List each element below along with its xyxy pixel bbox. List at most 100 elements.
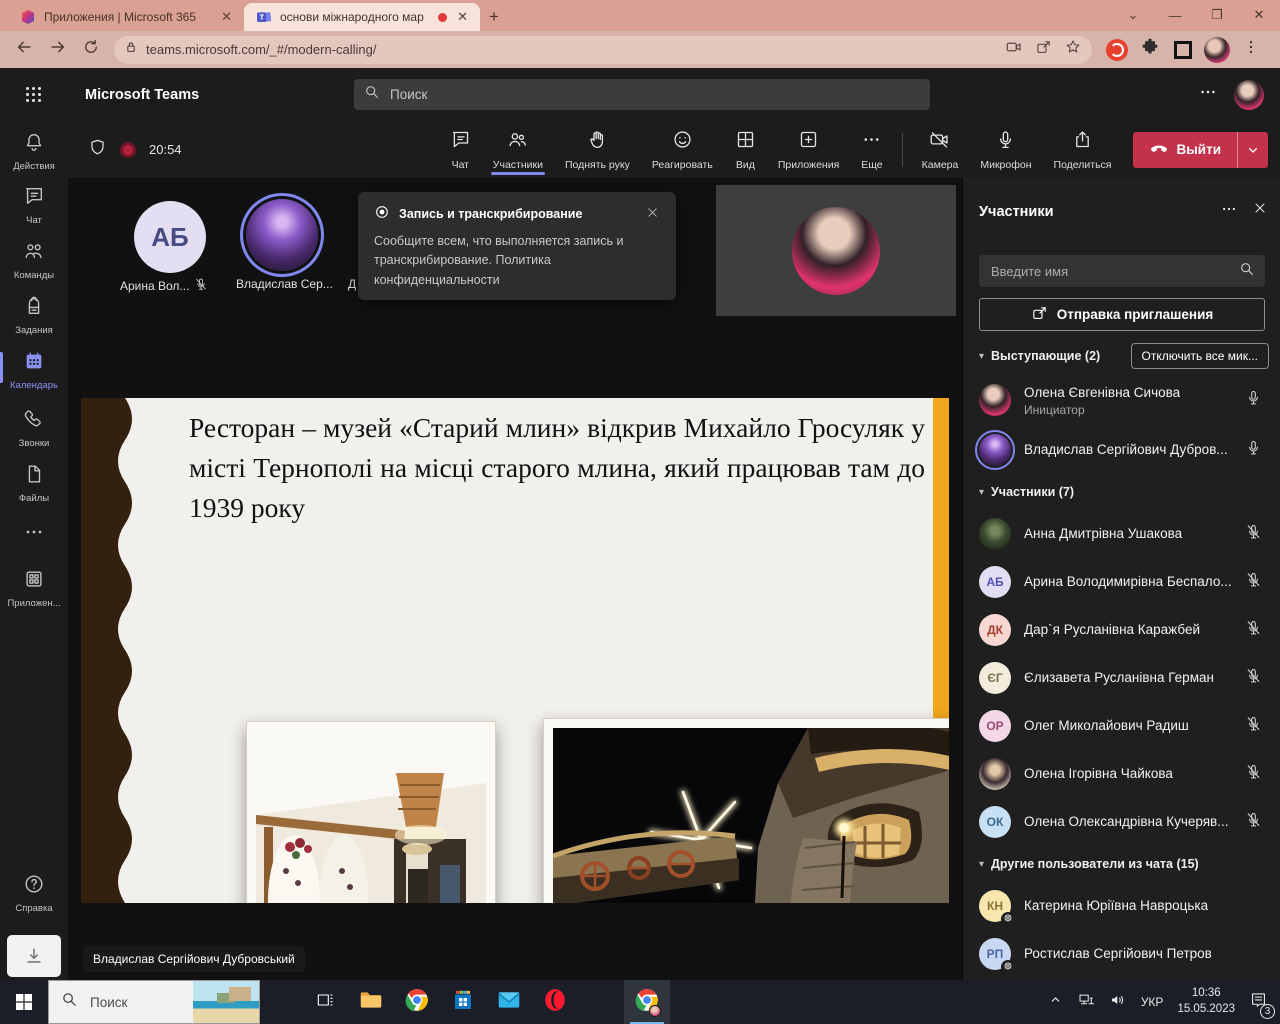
- tab-close-icon[interactable]: ✕: [455, 9, 470, 25]
- teams-search-box[interactable]: [354, 79, 930, 110]
- taskbar-opera[interactable]: [532, 980, 578, 1024]
- participant-row[interactable]: РП⊗Ростислав Сергійович Петров: [963, 930, 1280, 978]
- taskbar-microsoft-store[interactable]: [440, 980, 486, 1024]
- taskbar-mail[interactable]: [486, 980, 532, 1024]
- participant-row[interactable]: ОКОлена Олександрівна Кучеряв...: [963, 798, 1280, 846]
- participant-row[interactable]: ДКДар`я Русланівна Каражбей: [963, 606, 1280, 654]
- mute-all-button[interactable]: Отключить все мик...: [1131, 343, 1269, 369]
- waffle-icon[interactable]: [26, 87, 41, 102]
- mic-off-icon[interactable]: [1245, 571, 1263, 593]
- participant-row[interactable]: Олена Євгенівна СичоваИнициатор: [963, 374, 1280, 426]
- call-action-камера[interactable]: Камера: [911, 121, 970, 178]
- call-action-поделиться[interactable]: Поделиться: [1043, 121, 1123, 178]
- clock[interactable]: 10:36 15.05.2023: [1177, 986, 1235, 1017]
- sidebar-item-справка[interactable]: Справка: [0, 873, 68, 914]
- sidebar-item-календарь[interactable]: Календарь: [0, 350, 68, 391]
- download-desktop-app-button[interactable]: [7, 935, 61, 977]
- presenter-video-tile[interactable]: [716, 185, 956, 316]
- mic-off-icon[interactable]: [1245, 715, 1263, 737]
- extension-square-icon[interactable]: [1174, 41, 1192, 59]
- sidebar-item-звонки[interactable]: Звонки: [0, 408, 68, 449]
- teams-search-input[interactable]: [388, 86, 888, 103]
- call-action-участники[interactable]: Участники: [482, 121, 554, 178]
- participants-more-icon[interactable]: [1220, 200, 1238, 223]
- mic-on-icon[interactable]: [1245, 439, 1263, 461]
- bookmark-star-icon[interactable]: [1064, 38, 1082, 61]
- language-indicator[interactable]: УКР: [1141, 995, 1164, 1009]
- participants-section-header[interactable]: ▾Другие пользователи из чата (15): [963, 846, 1280, 882]
- participant-row[interactable]: ОРОлег Миколайович Радиш: [963, 702, 1280, 750]
- tray-chevron-up-icon[interactable]: [1048, 992, 1063, 1012]
- browser-profile-avatar[interactable]: [1204, 37, 1230, 63]
- participant-row[interactable]: Владислав Сергійович Дубров...: [963, 426, 1280, 474]
- address-bar[interactable]: teams.microsoft.com/_#/modern-calling/: [114, 36, 1092, 64]
- tab-close-icon[interactable]: ✕: [219, 9, 234, 25]
- participant-row[interactable]: КН⊗Катерина Юріївна Навроцька: [963, 882, 1280, 930]
- window-menu-chevron-icon[interactable]: ⌄: [1112, 7, 1154, 23]
- leave-button[interactable]: Выйти: [1133, 132, 1269, 168]
- start-button[interactable]: [0, 980, 48, 1024]
- call-action-вид[interactable]: Вид: [724, 121, 767, 178]
- participant-row[interactable]: Олена Ігорівна Чайкова: [963, 750, 1280, 798]
- taskbar-chrome-profile-active[interactable]: [624, 980, 670, 1024]
- teams-more-icon[interactable]: [1198, 82, 1218, 107]
- forward-icon[interactable]: [48, 37, 68, 62]
- send-invite-button[interactable]: Отправка приглашения: [979, 298, 1265, 331]
- window-minimize-icon[interactable]: —: [1154, 8, 1196, 23]
- collapse-triangle-icon[interactable]: ▾: [979, 487, 984, 498]
- participant-row[interactable]: ЄГЄлизавета Русланівна Герман: [963, 654, 1280, 702]
- reload-icon[interactable]: [82, 38, 100, 61]
- sidebar-item-чат[interactable]: Чат: [0, 185, 68, 226]
- sidebar-item-действия[interactable]: Действия: [0, 131, 68, 172]
- action-center-icon[interactable]: 3: [1249, 990, 1268, 1014]
- volume-icon[interactable]: [1109, 991, 1127, 1014]
- mic-off-icon[interactable]: [1245, 667, 1263, 689]
- share-page-icon[interactable]: [1035, 39, 1052, 61]
- window-close-icon[interactable]: ✕: [1238, 7, 1280, 23]
- sidebar-item-приложен-[interactable]: Приложен...: [0, 568, 68, 609]
- extension-target-icon[interactable]: [1106, 39, 1128, 61]
- mic-off-icon[interactable]: [1245, 811, 1263, 833]
- participant-row[interactable]: Анна Дмитрівна Ушакова: [963, 510, 1280, 558]
- call-action-поднять-руку[interactable]: Поднять руку: [554, 121, 641, 178]
- search-highlight-image[interactable]: [193, 981, 259, 1024]
- collapse-triangle-icon[interactable]: ▾: [979, 859, 984, 870]
- taskbar-chrome[interactable]: [394, 980, 440, 1024]
- notification-close-icon[interactable]: [645, 205, 660, 223]
- sidebar-item-команды[interactable]: Команды: [0, 240, 68, 281]
- participants-section-header[interactable]: ▾Участники (7): [963, 474, 1280, 510]
- back-icon[interactable]: [14, 37, 34, 62]
- sidebar-item-файлы[interactable]: Файлы: [0, 463, 68, 504]
- teams-profile-avatar[interactable]: [1234, 80, 1264, 110]
- leave-options-chevron-icon[interactable]: [1238, 132, 1268, 168]
- browser-tab-1[interactable]: Tоснови міжнародного мар✕: [244, 3, 480, 31]
- collapse-triangle-icon[interactable]: ▾: [979, 351, 984, 362]
- participant-tile-avatar-speaking[interactable]: [246, 199, 318, 271]
- participants-search-input[interactable]: [989, 263, 1239, 280]
- browser-menu-icon[interactable]: [1242, 38, 1260, 61]
- call-action-реагировать[interactable]: Реагировать: [641, 121, 724, 178]
- mic-off-icon[interactable]: [1245, 523, 1263, 545]
- call-action-чат[interactable]: Чат: [439, 121, 482, 178]
- participant-row[interactable]: АБАрина Володимирівна Беспало...: [963, 558, 1280, 606]
- taskbar-task-view[interactable]: [302, 980, 348, 1024]
- call-action-приложения[interactable]: Приложения: [767, 121, 850, 178]
- call-action-еще[interactable]: Еще: [850, 121, 893, 178]
- extensions-puzzle-icon[interactable]: [1140, 37, 1160, 62]
- participants-search-box[interactable]: [979, 255, 1265, 287]
- browser-tab-0[interactable]: Приложения | Microsoft 365✕: [8, 3, 244, 31]
- taskbar-search-input[interactable]: [88, 994, 198, 1011]
- taskbar-search-box[interactable]: [48, 980, 260, 1024]
- new-tab-button[interactable]: +: [480, 3, 508, 31]
- taskbar-file-explorer[interactable]: [348, 980, 394, 1024]
- window-maximize-icon[interactable]: ❐: [1196, 7, 1238, 23]
- sidebar-item-more[interactable]: [0, 521, 68, 548]
- participant-tile-avatar[interactable]: АБ: [134, 201, 206, 273]
- camera-permission-icon[interactable]: [1005, 38, 1023, 61]
- sidebar-item-задания[interactable]: Задания: [0, 295, 68, 336]
- mic-on-icon[interactable]: [1245, 389, 1263, 411]
- call-action-микрофон[interactable]: Микрофон: [969, 121, 1042, 178]
- network-icon[interactable]: [1077, 991, 1095, 1014]
- participants-close-icon[interactable]: [1252, 200, 1268, 223]
- participants-section-header[interactable]: ▾Выступающие (2)Отключить все мик...: [963, 338, 1280, 374]
